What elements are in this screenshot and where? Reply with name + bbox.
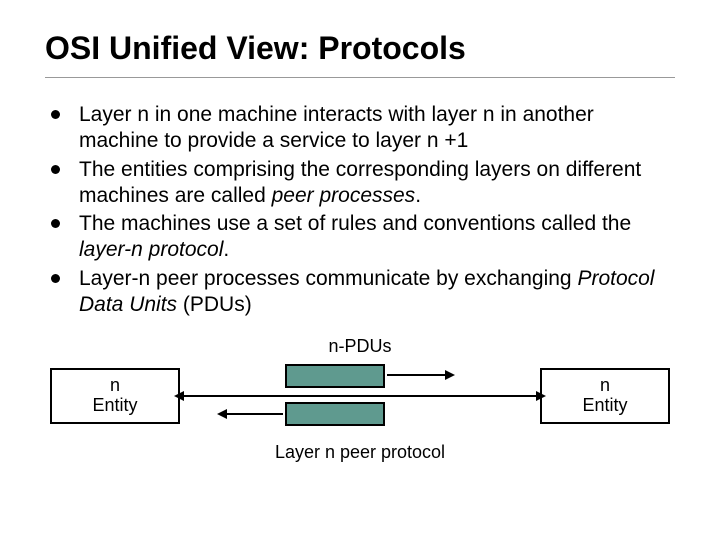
pdu-box-top xyxy=(285,364,385,388)
page-title: OSI Unified View: Protocols xyxy=(45,30,675,78)
entity-left-text: n Entity xyxy=(92,376,137,416)
list-item: The entities comprising the correspondin… xyxy=(45,157,675,210)
list-item: Layer n in one machine interacts with la… xyxy=(45,102,675,155)
entity-left-box: n Entity xyxy=(50,368,180,424)
entity-right-text: n Entity xyxy=(582,376,627,416)
arrowhead-bottom-left-icon xyxy=(217,409,227,419)
list-item: Layer-n peer processes communicate by ex… xyxy=(45,266,675,319)
protocol-label: Layer n peer protocol xyxy=(50,442,670,463)
bullet-em: peer processes xyxy=(272,184,416,207)
diagram: n-PDUs n Entity n Entity Layer n peer pr… xyxy=(50,336,670,466)
bullet-em: layer-n protocol xyxy=(79,238,223,261)
bullet-list: Layer n in one machine interacts with la… xyxy=(45,102,675,318)
arrow-top-line xyxy=(387,374,447,376)
list-item: The machines use a set of rules and conv… xyxy=(45,211,675,264)
bullet-post: . xyxy=(415,184,421,207)
pdu-box-bottom xyxy=(285,402,385,426)
arrowhead-left-icon xyxy=(174,391,184,401)
bullet-post: . xyxy=(223,238,229,261)
bullet-text: The machines use a set of rules and conv… xyxy=(79,212,631,235)
arrowhead-right-icon xyxy=(536,391,546,401)
entity-right-box: n Entity xyxy=(540,368,670,424)
bullet-text: Layer-n peer processes communicate by ex… xyxy=(79,267,577,290)
pdu-label: n-PDUs xyxy=(50,336,670,357)
bullet-text: Layer n in one machine interacts with la… xyxy=(79,103,594,152)
arrow-bottom-line xyxy=(225,413,283,415)
arrowhead-top-right-icon xyxy=(445,370,455,380)
arrow-bidirectional-line xyxy=(182,395,538,397)
bullet-post: (PDUs) xyxy=(177,293,252,316)
